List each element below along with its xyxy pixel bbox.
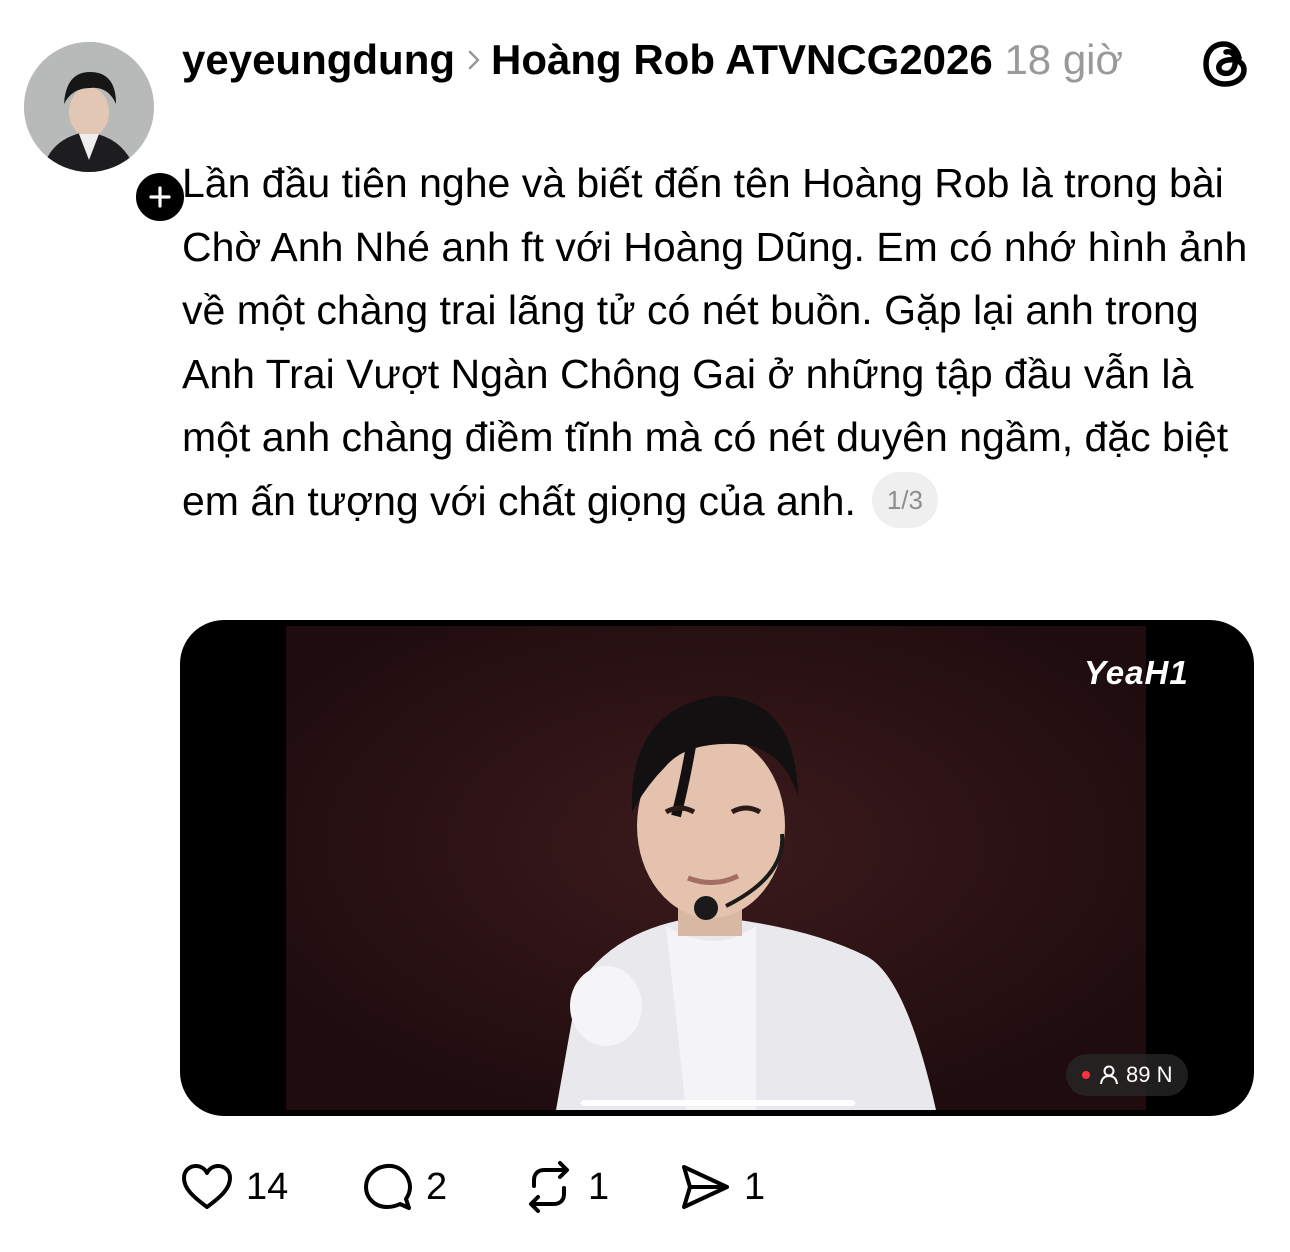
follow-button[interactable] xyxy=(131,168,189,226)
repost-icon xyxy=(529,1161,569,1213)
video-progress-bar[interactable] xyxy=(580,1100,856,1106)
avatar[interactable] xyxy=(24,42,154,172)
share-count: 1 xyxy=(744,1165,766,1208)
reply-count: 2 xyxy=(426,1165,448,1208)
plus-icon xyxy=(149,186,171,208)
channel-logo: YeaH1 xyxy=(1084,654,1189,691)
comment-icon xyxy=(364,1163,412,1210)
threads-logo-svg xyxy=(1203,41,1247,87)
like-count: 14 xyxy=(246,1165,289,1208)
video-player[interactable]: YeaH1 89 N xyxy=(180,620,1254,1116)
repost-button[interactable]: 1 xyxy=(522,1160,609,1214)
like-button[interactable]: 14 xyxy=(180,1160,288,1214)
live-dot xyxy=(1082,1071,1090,1079)
community-link[interactable]: Hoàng Rob ATVNCG2026 xyxy=(491,36,993,83)
person-icon xyxy=(1100,1065,1118,1085)
post-body: Lần đầu tiên nghe và biết đến tên Hoàng … xyxy=(182,152,1267,533)
reply-button[interactable]: 2 xyxy=(362,1160,447,1214)
post-header: yeyeungdung Hoàng Rob ATVNCG2026 18 giờ xyxy=(182,28,1192,92)
post-timestamp: 18 giờ xyxy=(1004,36,1124,83)
video-progress-fill xyxy=(580,1100,856,1106)
video-frame: YeaH1 xyxy=(286,626,1188,1110)
avatar-image xyxy=(24,42,154,172)
send-icon xyxy=(682,1165,729,1209)
viewer-count: 89 N xyxy=(1126,1062,1173,1087)
repost-count: 1 xyxy=(588,1165,610,1208)
username-link[interactable]: yeyeungdung xyxy=(182,36,455,83)
page-indicator: 1/3 xyxy=(871,471,938,528)
share-button[interactable]: 1 xyxy=(678,1160,765,1214)
viewer-count-badge: 89 N xyxy=(1066,1054,1189,1096)
threads-logo-icon[interactable] xyxy=(1200,38,1252,90)
post-text: Lần đầu tiên nghe và biết đến tên Hoàng … xyxy=(182,160,1248,524)
avatar-container[interactable] xyxy=(24,42,189,226)
chevron-right-icon xyxy=(468,50,480,70)
heart-icon xyxy=(182,1164,232,1209)
video-still xyxy=(286,626,1146,1110)
